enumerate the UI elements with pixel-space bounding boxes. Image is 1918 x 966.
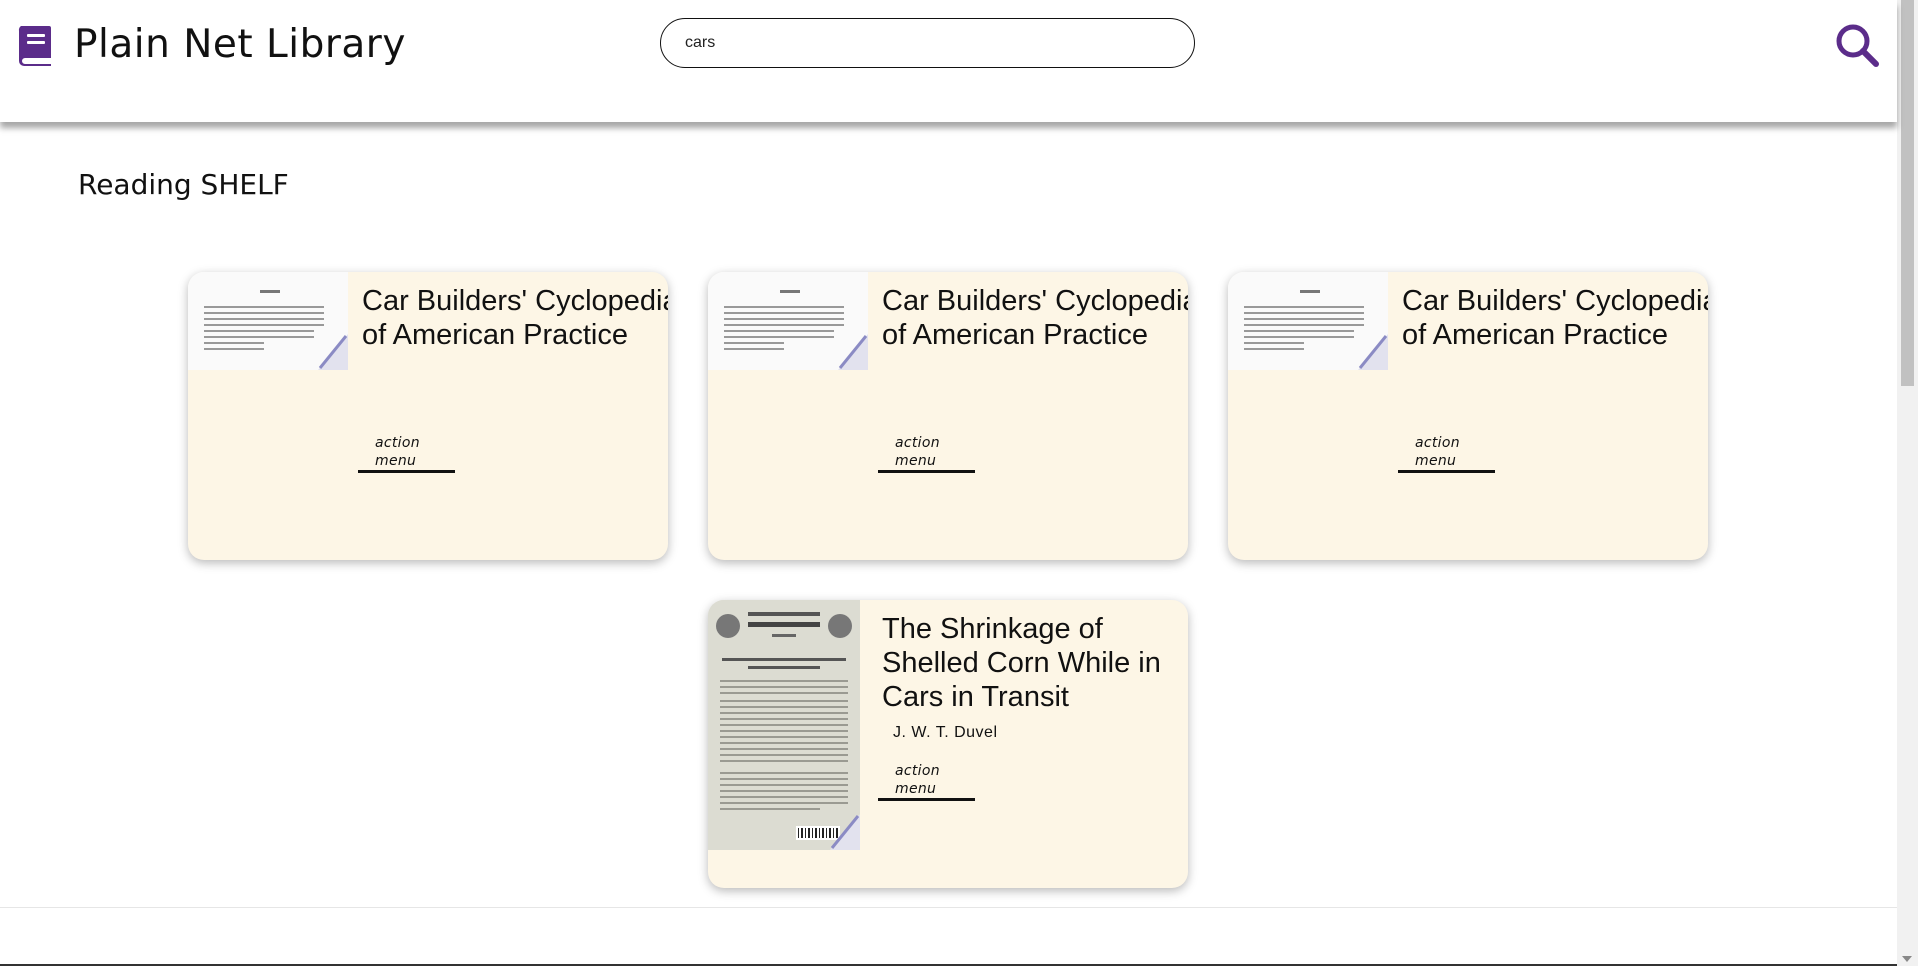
book-title[interactable]: Car Builders' Cyclopedia of American Pra… (882, 284, 1188, 352)
book-card[interactable]: The Shrinkage of Shelled Corn While in C… (708, 600, 1188, 888)
scroll-down-icon[interactable] (1902, 956, 1912, 962)
book-title[interactable]: Car Builders' Cyclopedia of American Pra… (362, 284, 668, 352)
book-author: J. W. T. Duvel (893, 724, 998, 741)
app-title[interactable]: Plain Net Library (74, 22, 406, 67)
search-input[interactable] (660, 18, 1195, 68)
book-icon (18, 26, 51, 66)
book-card[interactable]: Car Builders' Cyclopedia of American Pra… (188, 272, 668, 560)
scrollbar[interactable] (1897, 0, 1918, 966)
book-title[interactable]: The Shrinkage of Shelled Corn While in C… (882, 612, 1188, 714)
action-menu-button[interactable]: action menu (878, 434, 975, 473)
book-card[interactable]: Car Builders' Cyclopedia of American Pra… (1228, 272, 1708, 560)
action-menu-button[interactable]: action menu (878, 762, 975, 801)
action-menu-button[interactable]: action menu (1398, 434, 1495, 473)
book-thumbnail[interactable] (708, 272, 868, 370)
top-bar: Plain Net Library (0, 0, 1897, 122)
action-menu-button[interactable]: action menu (358, 434, 455, 473)
search-icon[interactable] (1834, 22, 1880, 68)
book-thumbnail[interactable] (188, 272, 348, 370)
book-title[interactable]: Car Builders' Cyclopedia of American Pra… (1402, 284, 1708, 352)
book-thumbnail[interactable] (1228, 272, 1388, 370)
book-card[interactable]: Car Builders' Cyclopedia of American Pra… (708, 272, 1188, 560)
book-thumbnail[interactable] (708, 600, 860, 850)
footer-divider (0, 907, 1897, 908)
shelf-title: Reading SHELF (78, 168, 289, 201)
scrollbar-thumb[interactable] (1901, 0, 1914, 386)
